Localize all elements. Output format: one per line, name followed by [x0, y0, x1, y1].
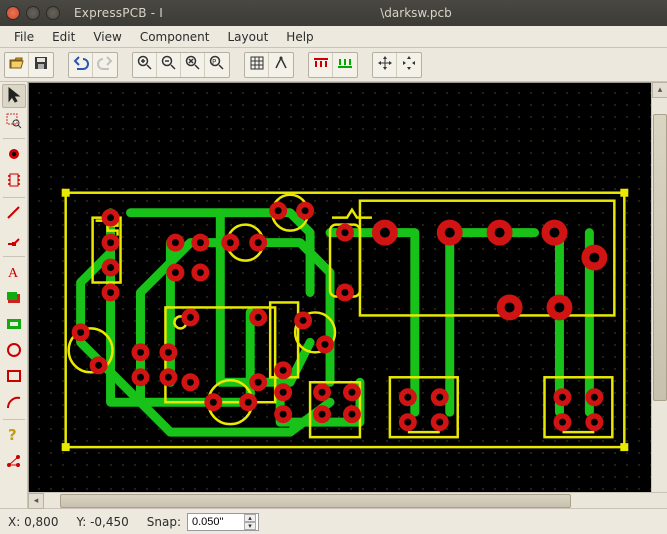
tool-select[interactable]: [2, 84, 26, 108]
grid-button[interactable]: [245, 53, 269, 77]
pcb-svg: [29, 83, 651, 492]
tool-corner[interactable]: [2, 228, 26, 252]
menu-view[interactable]: View: [85, 28, 129, 46]
tool-zoom[interactable]: [2, 110, 26, 134]
status-x: X: 0,800: [8, 515, 58, 529]
top-layer-button[interactable]: [309, 53, 333, 77]
window-controls: [6, 6, 60, 20]
rotate-button[interactable]: [397, 53, 421, 77]
status-y-value: -0,450: [90, 515, 129, 529]
rotate-icon: [401, 55, 417, 74]
status-x-label: X:: [8, 515, 20, 529]
question-icon: ?: [7, 427, 21, 446]
tool-pad[interactable]: [2, 143, 26, 167]
svg-text:P: P: [212, 58, 216, 66]
left-toolbar: A ?: [0, 82, 28, 508]
zoom-in-icon: [137, 55, 153, 74]
snap-icon: [274, 56, 288, 73]
tool-trace[interactable]: [2, 202, 26, 226]
arc-icon: [6, 394, 22, 413]
svg-text:?: ?: [8, 427, 17, 443]
pcb-canvas[interactable]: [28, 82, 651, 492]
svg-text:A: A: [8, 266, 19, 280]
menu-file[interactable]: File: [6, 28, 42, 46]
zoom-fit-button[interactable]: [181, 53, 205, 77]
zoom-out-button[interactable]: [157, 53, 181, 77]
top-layer-icon: [313, 56, 329, 73]
tool-text[interactable]: A: [2, 261, 26, 285]
app-body: A ?: [0, 82, 667, 508]
maximize-window-button[interactable]: [46, 6, 60, 20]
tool-arc[interactable]: [2, 391, 26, 415]
snap-button[interactable]: [269, 53, 293, 77]
dip-icon: [6, 172, 22, 191]
bottom-layer-button[interactable]: [333, 53, 357, 77]
undo-button[interactable]: [69, 53, 93, 77]
titlebar: ExpressPCB - I \darksw.pcb: [0, 0, 667, 26]
tool-plane[interactable]: [2, 313, 26, 337]
menu-help[interactable]: Help: [278, 28, 321, 46]
rect-fill-icon: [6, 290, 22, 309]
menubar: File Edit View Component Layout Help: [0, 26, 667, 48]
snap-step-down[interactable]: ▾: [244, 522, 256, 530]
app-window: ExpressPCB - I \darksw.pcb File Edit Vie…: [0, 0, 667, 534]
zoom-prev-button[interactable]: P: [205, 53, 229, 77]
zoom-out-icon: [161, 55, 177, 74]
rect-outline-icon: [6, 369, 22, 386]
tool-net[interactable]: [2, 450, 26, 474]
tool-rectfill[interactable]: [2, 287, 26, 311]
tool-component[interactable]: [2, 169, 26, 193]
menu-component[interactable]: Component: [132, 28, 218, 46]
grid-icon: [250, 56, 264, 73]
marquee-zoom-icon: [6, 113, 22, 132]
snap-step-up[interactable]: ▴: [244, 514, 256, 522]
menu-layout[interactable]: Layout: [220, 28, 277, 46]
text-icon: A: [6, 264, 22, 283]
bottom-layer-icon: [337, 56, 353, 73]
folder-open-icon: [9, 56, 25, 73]
save-button[interactable]: [29, 53, 53, 77]
title-file: \darksw.pcb: [380, 6, 452, 20]
status-x-value: 0,800: [24, 515, 58, 529]
corner-icon: [6, 231, 22, 250]
circle-icon: [6, 342, 22, 361]
snap-input[interactable]: [192, 516, 242, 528]
pad-icon: [7, 147, 21, 164]
redo-icon: [97, 56, 113, 73]
zoom-fit-icon: [185, 55, 201, 74]
tool-info[interactable]: ?: [2, 424, 26, 448]
trace-icon: [6, 205, 22, 224]
redo-button[interactable]: [93, 53, 117, 77]
scroll-left-button[interactable]: ◂: [28, 493, 44, 509]
status-y: Y: -0,450: [76, 515, 128, 529]
tool-circle[interactable]: [2, 339, 26, 363]
canvas-area: ▴ ◂: [28, 82, 667, 508]
undo-icon: [73, 56, 89, 73]
scroll-up-button[interactable]: ▴: [652, 82, 667, 98]
main-toolbar: P: [0, 48, 667, 82]
cursor-icon: [7, 87, 21, 106]
statusbar: X: 0,800 Y: -0,450 Snap: ▴ ▾: [0, 508, 667, 534]
vertical-scroll-thumb[interactable]: [653, 114, 667, 401]
zoom-in-button[interactable]: [133, 53, 157, 77]
menu-edit[interactable]: Edit: [44, 28, 83, 46]
move-button[interactable]: [373, 53, 397, 77]
minimize-window-button[interactable]: [26, 6, 40, 20]
title-app: ExpressPCB - I: [74, 6, 163, 20]
open-button[interactable]: [5, 53, 29, 77]
horizontal-scroll-thumb[interactable]: [60, 494, 571, 508]
snap-control: Snap: ▴ ▾: [147, 513, 259, 531]
zoom-prev-icon: P: [209, 55, 225, 74]
close-window-button[interactable]: [6, 6, 20, 20]
tool-rect[interactable]: [2, 365, 26, 389]
snap-label: Snap:: [147, 515, 181, 529]
plane-icon: [6, 318, 22, 333]
status-y-label: Y:: [76, 515, 86, 529]
floppy-icon: [34, 56, 48, 73]
move-icon: [377, 55, 393, 74]
vertical-scrollbar[interactable]: ▴: [651, 82, 667, 492]
horizontal-scrollbar[interactable]: ◂: [28, 492, 667, 508]
snap-input-wrap: ▴ ▾: [187, 513, 259, 531]
net-icon: [6, 453, 22, 472]
